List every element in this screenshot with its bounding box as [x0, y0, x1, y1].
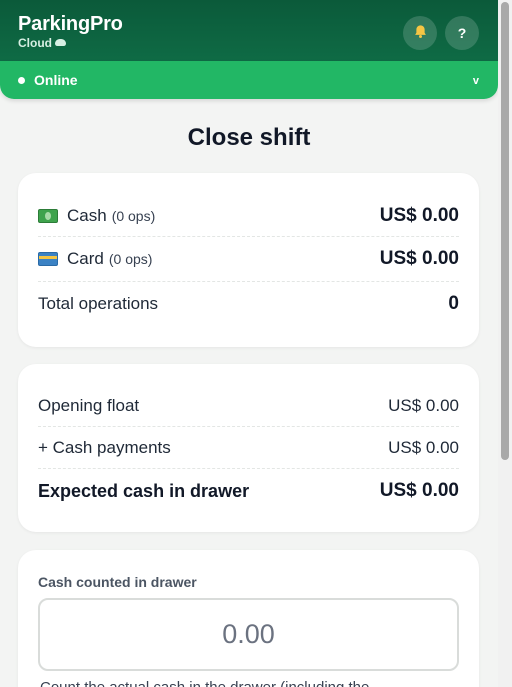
card-total: US$ 0.00 — [379, 248, 459, 269]
total-operations-row: Total operations 0 — [38, 282, 459, 326]
page-title: Close shift — [187, 124, 311, 151]
opening-float-label: Opening float — [38, 395, 140, 415]
cash-counted-label: Cash counted in drawer — [38, 574, 197, 590]
cloud-icon — [55, 38, 66, 46]
expected-cash-card: Opening float US$ 0.00 + Cash payments U… — [18, 364, 479, 532]
app-header: ParkingPro Cloud ? — [0, 0, 498, 62]
cash-ops-count: (0 ops) — [111, 207, 156, 224]
total-operations-value: 0 — [448, 293, 459, 314]
card-ops-count: (0 ops) — [108, 251, 153, 267]
cash-total: US$ 0.00 — [379, 204, 459, 226]
bell-icon — [413, 24, 428, 43]
scroll-area[interactable]: ParkingPro Cloud ? Online v Close shift — [0, 0, 498, 687]
notifications-button[interactable] — [403, 16, 437, 50]
brand: ParkingPro Cloud — [18, 13, 123, 50]
card-label: Card — [67, 249, 104, 268]
expected-cash-value: US$ 0.00 — [379, 480, 459, 501]
total-operations-label: Total operations — [38, 294, 159, 313]
brand-subtitle-text: Cloud — [18, 36, 52, 50]
chevron-down-icon[interactable]: v — [473, 75, 479, 87]
cash-row: Cash (0 ops) US$ 0.00 — [38, 195, 459, 237]
cash-counted-input[interactable] — [38, 598, 459, 671]
cash-label: Cash — [67, 205, 107, 225]
expected-cash-row: Expected cash in drawer US$ 0.00 — [38, 469, 459, 513]
status-label: Online — [34, 72, 78, 88]
status-dot-icon — [18, 76, 25, 84]
cash-count-hint: Count the actual cash in the drawer (inc… — [40, 679, 461, 687]
scrollbar-thumb[interactable] — [501, 2, 509, 460]
cash-payments-label: + Cash payments — [38, 437, 171, 457]
cash-payments-row: + Cash payments US$ 0.00 — [38, 427, 459, 469]
expected-cash-label: Expected cash in drawer — [38, 480, 250, 501]
credit-card-icon — [38, 252, 58, 266]
card-row: Card (0 ops) US$ 0.00 — [38, 237, 459, 282]
help-icon: ? — [457, 25, 467, 41]
opening-float-value: US$ 0.00 — [388, 395, 459, 415]
help-button[interactable]: ? — [445, 16, 479, 50]
cash-count-card: Cash counted in drawer Count the actual … — [18, 550, 479, 687]
brand-name: ParkingPro — [18, 13, 123, 35]
cash-icon — [38, 208, 58, 223]
brand-subtitle: Cloud — [18, 36, 123, 50]
payment-totals-card: Cash (0 ops) US$ 0.00 Card (0 ops) US$ 0… — [18, 173, 479, 347]
opening-float-row: Opening float US$ 0.00 — [38, 385, 459, 427]
app-viewport: ParkingPro Cloud ? Online v Close shift — [0, 0, 512, 687]
connection-status-bar[interactable]: Online v — [0, 61, 498, 99]
cash-payments-value: US$ 0.00 — [388, 437, 459, 457]
